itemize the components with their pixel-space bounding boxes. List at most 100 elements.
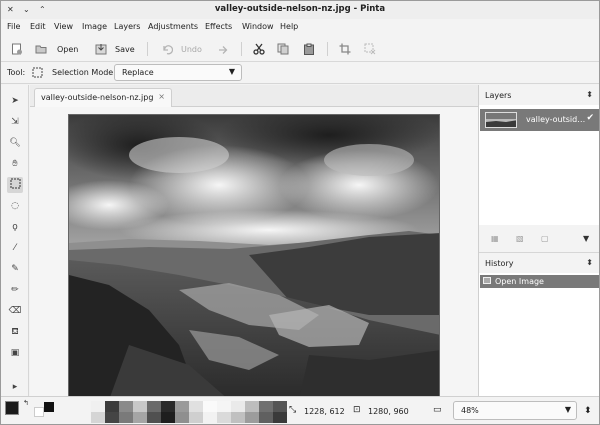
zoom-icon: 🔍︎	[9, 138, 21, 148]
menu-bar: File Edit View Image Layers Adjustments …	[1, 19, 599, 36]
undo-label: Undo	[181, 44, 202, 54]
palette-black-swatch[interactable]	[44, 402, 54, 412]
status-bar: ↰ ⤡ 1228, 612 ⊡ 1280, 960 ▭ 48% ▼ ⬍	[1, 396, 599, 424]
open-label: Open	[57, 44, 79, 54]
swap-colors-icon[interactable]: ↰	[23, 399, 29, 407]
move-selection-tool[interactable]: ⇲	[7, 114, 23, 130]
zoom-tool[interactable]: 🔍︎	[7, 135, 23, 151]
selection-size-icon: ▭	[433, 405, 442, 415]
ellipse-select-tool[interactable]: ◌	[7, 198, 23, 214]
zoom-menu-icon[interactable]: ⬍	[584, 406, 592, 416]
image-size-icon: ⊡	[353, 405, 361, 415]
pan-tool[interactable]: ✋︎	[7, 156, 23, 172]
main-toolbar: Open Save Undo	[1, 36, 599, 62]
menu-view[interactable]: View	[54, 22, 73, 31]
zoom-dropdown[interactable]: 48% ▼	[453, 401, 577, 420]
menu-image[interactable]: Image	[82, 22, 107, 31]
copy-icon	[277, 43, 289, 55]
clone-stamp-icon: ▣	[10, 348, 20, 358]
save-icon	[95, 43, 107, 55]
duplicate-layer-icon[interactable]: ▢	[541, 234, 549, 243]
history-list: Open Image	[479, 273, 599, 396]
paintbrush-tool[interactable]: ✎	[7, 261, 23, 277]
save-button[interactable]: Save	[95, 41, 135, 57]
cut-button[interactable]	[253, 41, 265, 57]
palette-white-swatch[interactable]	[34, 407, 44, 417]
paste-button[interactable]	[303, 41, 315, 57]
pointer-tool[interactable]: ➤	[7, 93, 23, 109]
crop-to-selection-button[interactable]	[339, 41, 351, 57]
copy-button[interactable]	[277, 41, 289, 57]
clone-stamp-tool[interactable]: ▣	[7, 345, 23, 361]
close-icon[interactable]: ×	[158, 92, 165, 101]
lasso-select-tool[interactable]: ϙ	[7, 219, 23, 235]
history-panel-title: History	[485, 259, 514, 268]
tool-options-bar: Tool: Selection Mode: Replace ▼	[1, 62, 599, 84]
pan-icon: ✋︎	[12, 159, 18, 169]
title-bar: ✕ ⌄ ⌃ valley-outside-nelson-nz.jpg - Pin…	[1, 1, 599, 19]
chevron-down-icon[interactable]: ▼	[583, 234, 589, 243]
chevron-right-icon: ▸	[12, 382, 18, 392]
crop-icon	[339, 43, 351, 55]
layer-tools: ▦ ▧ ▢ ▼	[479, 225, 599, 253]
new-image-button[interactable]	[11, 41, 23, 57]
window-title: valley-outside-nelson-nz.jpg - Pinta	[214, 4, 386, 14]
menu-window[interactable]: Window	[242, 22, 274, 31]
layers-panel-title: Layers	[485, 91, 512, 100]
layer-item[interactable]: valley-outsid… ✔	[480, 109, 599, 131]
menu-help[interactable]: Help	[280, 22, 298, 31]
magic-wand-icon: ⁄	[14, 243, 16, 253]
canvas-image[interactable]	[68, 114, 440, 399]
pin-icon[interactable]: ⬍	[586, 90, 593, 99]
document-tab[interactable]: valley-outside-nelson-nz.jpg ×	[34, 88, 172, 107]
magic-wand-tool[interactable]: ⁄	[7, 240, 23, 256]
selection-mode-dropdown[interactable]: Replace ▼	[114, 64, 242, 81]
history-panel-header: History ⬍	[479, 253, 599, 273]
paint-bucket-icon: ⛾	[11, 326, 19, 337]
deselect-button[interactable]	[364, 41, 376, 57]
eraser-icon: ⌫	[8, 306, 22, 316]
pin-icon[interactable]: ⬍	[586, 258, 593, 267]
pinta-window: ✕ ⌄ ⌃ valley-outside-nelson-nz.jpg - Pin…	[0, 0, 600, 425]
selection-mode-value: Replace	[122, 68, 154, 77]
visibility-check-icon[interactable]: ✔	[586, 113, 594, 123]
image-size: 1280, 960	[368, 407, 409, 416]
chevron-down-icon: ▼	[228, 67, 235, 76]
paintbrush-icon: ✎	[11, 264, 19, 274]
zoom-value: 48%	[461, 406, 479, 415]
undo-button[interactable]: Undo	[161, 41, 202, 57]
canvas-area[interactable]	[30, 107, 478, 399]
menu-effects[interactable]: Effects	[205, 22, 232, 31]
undo-icon	[161, 43, 174, 55]
rectangle-select-tool[interactable]	[7, 177, 23, 193]
rectangle-select-tool-icon	[32, 67, 43, 80]
right-panel: Layers ⬍ valley-outsid… ✔ ▦ ▧ ▢ ▼ Histor…	[478, 85, 599, 396]
menu-layers[interactable]: Layers	[114, 22, 140, 31]
delete-layer-icon[interactable]: ▧	[516, 234, 524, 243]
color-palette[interactable]	[91, 401, 287, 423]
layers-panel-header: Layers ⬍	[479, 85, 599, 105]
more-tools-button[interactable]: ▸	[7, 379, 23, 395]
eraser-tool[interactable]: ⌫	[7, 303, 23, 319]
open-button[interactable]: Open	[35, 41, 78, 57]
cursor-position-icon: ⤡	[289, 405, 297, 415]
chevron-down-icon: ▼	[564, 405, 571, 414]
history-item[interactable]: Open Image	[480, 275, 599, 288]
menu-adjustments[interactable]: Adjustments	[148, 22, 198, 31]
menu-file[interactable]: File	[7, 22, 20, 31]
primary-color-swatch[interactable]	[5, 401, 19, 415]
redo-button[interactable]	[217, 41, 229, 57]
pointer-icon: ➤	[11, 96, 19, 106]
add-layer-icon[interactable]: ▦	[491, 234, 499, 243]
save-label: Save	[115, 44, 135, 54]
paint-bucket-tool[interactable]: ⛾	[7, 324, 23, 340]
menu-edit[interactable]: Edit	[30, 22, 46, 31]
tools-palette: ➤ ⇲ 🔍︎ ✋︎ ◌ ϙ ⁄ ✎ ✏︎ ⌫ ⛾ ▣ ▸	[1, 85, 29, 396]
document-tab-strip: valley-outside-nelson-nz.jpg ×	[30, 85, 478, 107]
pencil-tool[interactable]: ✏︎	[7, 282, 23, 298]
ellipse-select-icon: ◌	[11, 201, 19, 211]
layer-name: valley-outsid…	[526, 115, 586, 124]
new-image-icon	[11, 43, 23, 55]
cursor-position: 1228, 612	[304, 407, 345, 416]
tool-label: Tool:	[7, 68, 26, 77]
